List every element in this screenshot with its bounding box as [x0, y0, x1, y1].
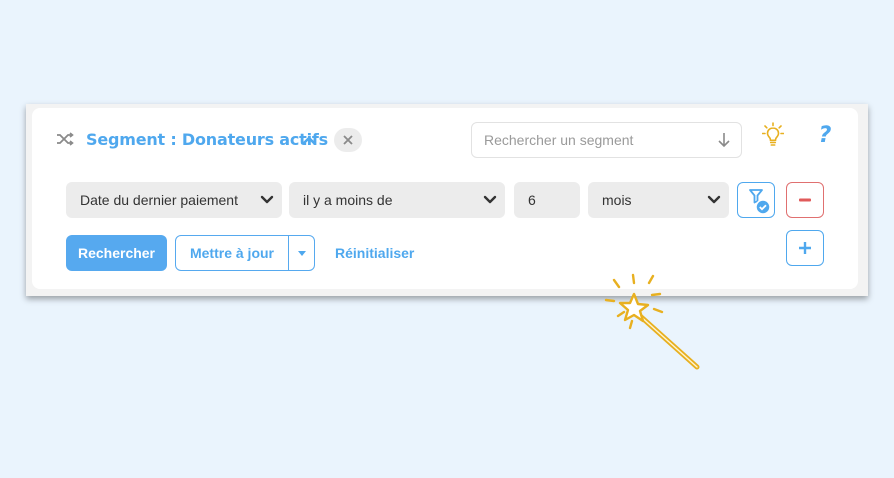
chevron-down-icon — [483, 195, 497, 204]
magic-wand-icon — [604, 273, 700, 370]
chevron-up-icon[interactable] — [302, 134, 316, 146]
lightbulb-icon[interactable] — [762, 122, 784, 148]
field-select-value: Date du dernier paiement — [80, 192, 238, 208]
arrow-down-icon[interactable] — [717, 132, 731, 148]
field-select[interactable]: Date du dernier paiement — [66, 182, 282, 218]
segment-panel: Segment : Donateurs actifs Rechercher un… — [26, 104, 868, 296]
search-button[interactable]: Rechercher — [66, 235, 167, 271]
unit-select[interactable]: mois — [588, 182, 729, 218]
update-split-button: Mettre à jour — [175, 235, 315, 271]
add-condition-button[interactable] — [786, 230, 824, 266]
segment-title[interactable]: Segment : Donateurs actifs — [86, 130, 328, 149]
segment-header: Segment : Donateurs actifs Rechercher un… — [32, 108, 858, 168]
shuffle-icon — [57, 132, 74, 146]
help-icon[interactable]: ? — [815, 122, 835, 150]
operator-select-value: il y a moins de — [303, 192, 393, 208]
segment-search-input[interactable] — [484, 123, 704, 157]
reset-button[interactable]: Réinitialiser — [335, 235, 414, 271]
filter-check-icon — [749, 189, 771, 215]
filter-button[interactable] — [737, 182, 775, 218]
segment-card: Segment : Donateurs actifs Rechercher un… — [32, 108, 858, 289]
update-button[interactable]: Mettre à jour — [176, 236, 288, 270]
close-icon — [343, 135, 353, 145]
operator-select[interactable]: il y a moins de — [289, 182, 505, 218]
minus-icon — [799, 198, 811, 202]
unit-select-value: mois — [602, 192, 632, 208]
chevron-down-icon — [707, 195, 721, 204]
remove-condition-button[interactable] — [786, 182, 824, 218]
caret-down-icon — [297, 250, 306, 256]
value-input-text: 6 — [528, 192, 536, 208]
clear-segment-button[interactable] — [334, 128, 362, 152]
value-input[interactable]: 6 — [514, 182, 580, 218]
plus-icon — [799, 242, 811, 254]
segment-search-box — [471, 122, 742, 158]
update-dropdown-toggle[interactable] — [289, 236, 314, 270]
chevron-down-icon — [260, 195, 274, 204]
